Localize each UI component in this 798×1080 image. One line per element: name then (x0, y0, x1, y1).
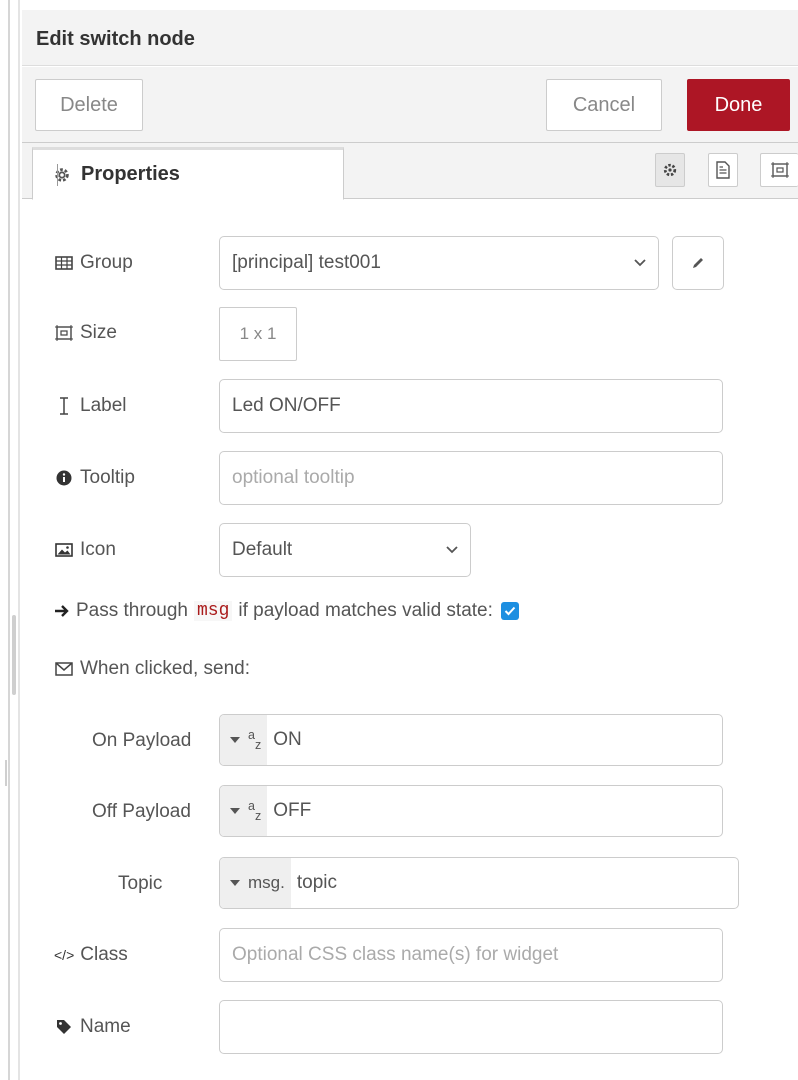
on-payload-type-select[interactable]: az (220, 715, 268, 765)
type-glyph: a (248, 728, 255, 742)
tray-toolbar: Delete Cancel Done (22, 67, 798, 143)
tab-button-properties[interactable] (655, 153, 685, 187)
topic-type-label: msg. (248, 873, 285, 892)
caret-down-icon (230, 808, 240, 814)
class-label-text: Class (80, 944, 128, 965)
tab-button-appearance[interactable] (760, 153, 798, 187)
tooltip-label-text: Tooltip (80, 467, 135, 488)
caret-down-icon (230, 880, 240, 886)
on-payload-label: On Payload (92, 730, 192, 751)
type-glyph: a (248, 799, 255, 813)
resize-handle[interactable] (12, 615, 16, 695)
icon-label: Icon (54, 535, 116, 565)
size-button[interactable]: 1 x 1 (219, 307, 297, 361)
label-input[interactable]: Led ON/OFF (219, 379, 723, 433)
delete-button[interactable]: Delete (35, 79, 143, 131)
resize-icon (54, 324, 74, 342)
resize-handle[interactable] (5, 760, 7, 786)
properties-form: Group [principal] test001 Size 1 x 1 Lab… (22, 200, 798, 1080)
arrow-right-icon (55, 605, 69, 617)
tab-button-description[interactable] (708, 153, 738, 187)
string-type-icon: az (248, 799, 261, 823)
class-placeholder: Optional CSS class name(s) for widget (232, 944, 559, 965)
edit-tray: Edit switch node Delete Cancel Done Prop… (22, 0, 798, 1080)
size-label: Size (54, 318, 117, 348)
description-icon (716, 161, 730, 179)
icon-label-text: Icon (80, 539, 116, 560)
pass-through-suffix: if payload matches valid state: (238, 600, 493, 621)
off-payload-value: OFF (273, 800, 312, 821)
size-label-text: Size (80, 322, 117, 343)
editor-edge (0, 0, 22, 1080)
edge-line (18, 0, 20, 1080)
tab-separator (57, 164, 58, 186)
pencil-icon (693, 258, 703, 268)
cog-icon (663, 163, 677, 177)
tag-icon (54, 1018, 74, 1036)
name-label: Name (54, 1012, 131, 1042)
name-input[interactable] (219, 1000, 723, 1054)
on-payload-value: ON (273, 729, 302, 750)
appearance-icon (770, 162, 789, 178)
group-select[interactable]: [principal] test001 (219, 236, 659, 290)
when-clicked-label: When clicked, send: (54, 654, 250, 684)
icon-select-value: Default (232, 539, 293, 560)
cog-icon (55, 167, 69, 182)
pass-through-code: msg (193, 601, 233, 621)
image-icon (54, 541, 74, 559)
done-button[interactable]: Done (687, 79, 790, 131)
table-icon (54, 254, 74, 272)
tray-title: Edit switch node (36, 28, 195, 50)
caret-down-icon (230, 737, 240, 743)
icon-select[interactable]: Default (219, 523, 471, 577)
label-label: Label (54, 391, 127, 421)
topic-value: topic (296, 872, 337, 893)
pass-through-prefix: Pass through (76, 600, 188, 621)
tooltip-label: Tooltip (54, 463, 135, 493)
topic-label: Topic (118, 873, 163, 894)
cancel-button[interactable]: Cancel (546, 79, 662, 131)
group-label: Group (54, 248, 133, 278)
type-glyph-sub: z (254, 809, 262, 823)
tab-bar: Properties (22, 143, 798, 200)
envelope-icon (54, 660, 74, 678)
info-icon (54, 469, 74, 487)
name-label-text: Name (80, 1016, 131, 1037)
chevron-down-icon (446, 546, 458, 554)
off-payload-input[interactable]: az OFF (219, 785, 723, 837)
class-label: </> Class (54, 940, 128, 970)
group-select-value: [principal] test001 (232, 252, 381, 273)
off-payload-label: Off Payload (92, 801, 191, 822)
tooltip-input[interactable]: optional tooltip (219, 451, 723, 505)
string-type-icon: az (248, 728, 261, 752)
edge-line (8, 0, 10, 1080)
tab-properties[interactable]: Properties (32, 147, 344, 200)
tab-properties-label: Properties (81, 163, 180, 185)
code-icon: </> (54, 947, 75, 963)
chevron-down-icon (634, 259, 646, 267)
topic-type-select[interactable]: msg. (220, 858, 291, 908)
check-icon (504, 606, 516, 616)
type-glyph-sub: z (254, 738, 262, 752)
edit-group-button[interactable] (672, 236, 724, 290)
tooltip-placeholder: optional tooltip (232, 467, 355, 488)
group-label-text: Group (80, 252, 133, 273)
topic-input[interactable]: msg. topic (219, 857, 739, 909)
pass-through-row: Pass through msg if payload matches vali… (54, 596, 519, 626)
pass-through-checkbox[interactable] (500, 602, 519, 620)
tray-header: Edit switch node (22, 10, 798, 66)
off-payload-type-select[interactable]: az (220, 786, 268, 836)
class-input[interactable]: Optional CSS class name(s) for widget (219, 928, 723, 982)
when-clicked-label-text: When clicked, send: (80, 658, 251, 679)
on-payload-input[interactable]: az ON (219, 714, 723, 766)
label-label-text: Label (80, 395, 127, 416)
text-cursor-icon (54, 397, 74, 415)
